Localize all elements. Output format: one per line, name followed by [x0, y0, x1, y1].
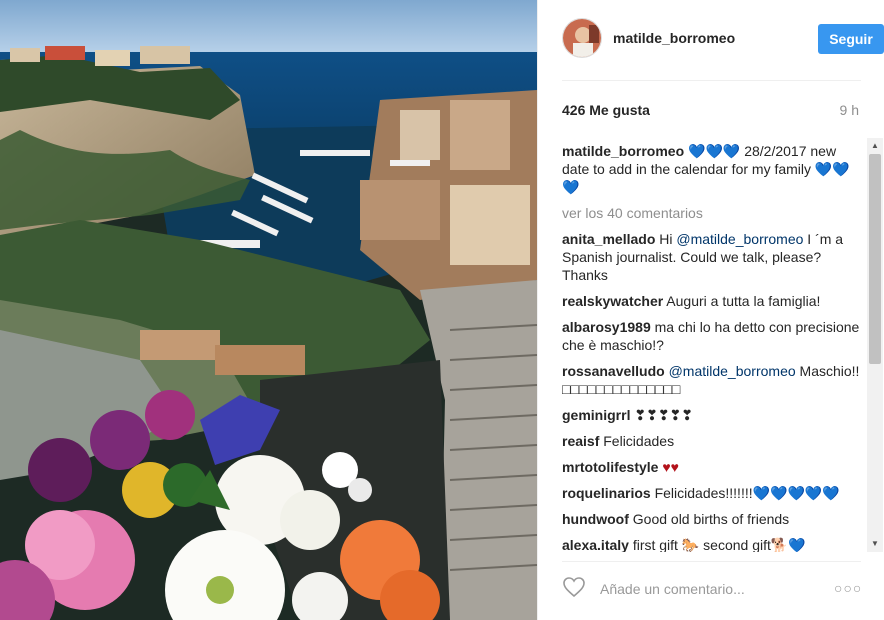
comment-footer: ○○○ [562, 574, 862, 604]
load-more-comments[interactable]: ver los 40 comentarios [562, 204, 862, 222]
scroll-up-arrow-icon[interactable]: ▲ [867, 138, 883, 154]
comment-username[interactable]: albarosy1989 [562, 319, 651, 335]
comment: albarosy1989 ma chi lo ha detto con prec… [562, 318, 862, 354]
heart-outline-icon[interactable] [562, 576, 586, 598]
comment-text: ❣❣❣❣❣ [630, 407, 694, 423]
more-options-icon[interactable]: ○○○ [834, 579, 862, 597]
post-header: matilde_borromeo Seguir [562, 18, 884, 62]
comment-username[interactable]: alexa.italy [562, 537, 629, 552]
comment-username[interactable]: geminigrrl [562, 407, 630, 423]
caption: matilde_borromeo 💙💙💙 28/2/2017 new date … [562, 142, 862, 196]
scrollbar-thumb[interactable] [869, 154, 881, 364]
header-divider [562, 80, 861, 81]
comment: hundwoof Good old births of friends [562, 510, 862, 528]
footer-divider [562, 561, 861, 562]
post-time[interactable]: 9 h [840, 102, 859, 118]
comment-text: Auguri a tutta la famiglia! [663, 293, 821, 309]
comment: reaisf Felicidades [562, 432, 862, 450]
caption-username[interactable]: matilde_borromeo [562, 143, 684, 159]
comment-username[interactable]: anita_mellado [562, 231, 655, 247]
mention-link[interactable]: @matilde_borromeo [669, 363, 796, 379]
comments-scrollbar[interactable]: ▲ ▼ [867, 138, 883, 552]
comment-username[interactable]: reaisf [562, 433, 599, 449]
comment: alexa.italy first gift 🐎 second gift🐕💙 [562, 536, 862, 552]
comment: roquelinarios Felicidades!!!!!!!💙💙💙💙💙 [562, 484, 862, 502]
scroll-down-arrow-icon[interactable]: ▼ [867, 536, 883, 552]
comment: mrtotolifestyle ♥♥ [562, 458, 862, 476]
comment-text: Good old births of friends [628, 511, 790, 527]
comment-input[interactable] [598, 574, 822, 604]
avatar[interactable] [562, 18, 602, 58]
teal-hearts-emoji: 💙💙💙 [688, 143, 741, 159]
comments-list[interactable]: matilde_borromeo 💙💙💙 28/2/2017 new date … [562, 138, 862, 552]
comment-text: Felicidades [599, 433, 675, 449]
red-hearts-emoji: ♥♥ [662, 459, 679, 475]
follow-button[interactable]: Seguir [818, 24, 884, 54]
comment: anita_mellado Hi @matilde_borromeo I ´m … [562, 230, 862, 284]
comment-username[interactable]: roquelinarios [562, 485, 651, 501]
comment-username[interactable]: rossanavelludo [562, 363, 665, 379]
post-photo[interactable] [0, 0, 537, 620]
post-details-panel: matilde_borromeo Seguir 426 Me gusta 9 h… [537, 0, 884, 620]
comment-username[interactable]: hundwoof [562, 511, 629, 527]
mention-link[interactable]: @matilde_borromeo [676, 231, 803, 247]
comment-username[interactable]: mrtotolifestyle [562, 459, 658, 475]
comment-text: first gift 🐎 second gift🐕💙 [628, 537, 806, 552]
comment: realskywatcher Auguri a tutta la famigli… [562, 292, 862, 310]
comment: rossanavelludo @matilde_borromeo Maschio… [562, 362, 862, 398]
comment-text: Felicidades!!!!!!! [650, 485, 753, 501]
comment-text: Hi [655, 231, 677, 247]
comment: geminigrrl ❣❣❣❣❣ [562, 406, 862, 424]
comment-username[interactable]: realskywatcher [562, 293, 663, 309]
likes-count[interactable]: 426 Me gusta [562, 102, 650, 118]
username[interactable]: matilde_borromeo [613, 30, 735, 46]
teal-hearts-emoji: 💙💙💙💙💙 [752, 485, 840, 501]
